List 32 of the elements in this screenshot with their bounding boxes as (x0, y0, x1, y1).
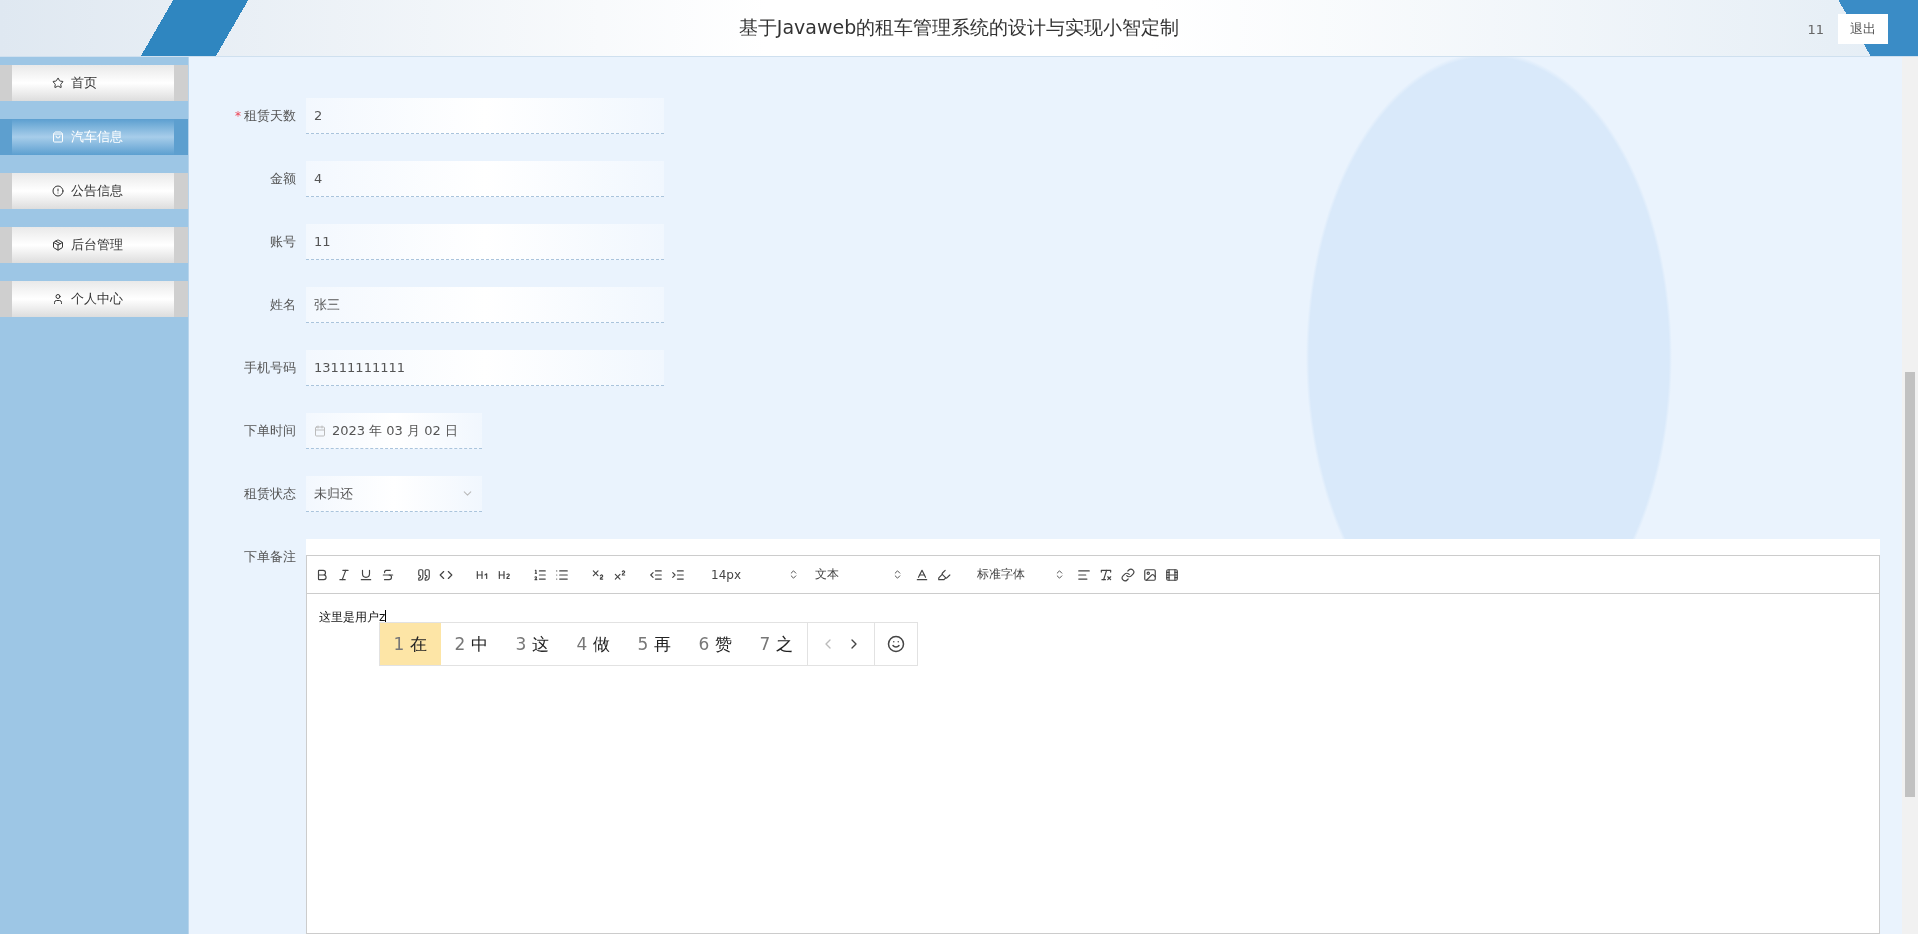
sidebar-item-label: 个人中心 (71, 290, 123, 308)
field-label: 手机号码 (243, 359, 297, 377)
toolbar-picker[interactable]: 标准字体 (973, 566, 1069, 583)
sidebar-item-label: 首页 (71, 74, 97, 92)
sidebar-item-label: 公告信息 (71, 182, 123, 200)
input-field[interactable]: 2 (306, 98, 664, 134)
field-label: 账号 (269, 233, 297, 251)
sidebar-item[interactable]: 个人中心 (0, 281, 188, 317)
input-field[interactable]: 11 (306, 224, 664, 260)
sidebar-item-label: 后台管理 (71, 236, 123, 254)
sidebar-item-label: 汽车信息 (71, 128, 123, 146)
ime-candidate[interactable]: 1 在 (380, 623, 441, 665)
user-name: 11 (1807, 21, 1824, 37)
select-field[interactable]: 未归还 (306, 476, 482, 512)
sidebar-item[interactable]: 后台管理 (0, 227, 188, 263)
input-field[interactable]: 4 (306, 161, 664, 197)
input-field[interactable]: 13111111111 (306, 350, 664, 386)
sidebar-item[interactable]: 首页 (0, 65, 188, 101)
date-field[interactable]: 2023 年 03 月 02 日 (306, 413, 482, 449)
field-label: * 租赁天数 (234, 107, 297, 125)
logout-button[interactable]: 退出 (1838, 14, 1888, 44)
toolbar-picker[interactable]: 14px (707, 567, 803, 582)
rich-text-editor[interactable]: 14px 文本 标准字体 这里是用户z 1 在 2 中 3 这 4 做 5 再 6 赞 7 之 (306, 539, 1880, 934)
field-label: 金额 (269, 170, 297, 188)
field-label: 下单时间 (243, 422, 297, 440)
sidebar-item[interactable]: 公告信息 (0, 173, 188, 209)
input-field[interactable]: 张三 (306, 287, 664, 323)
field-label: 租赁状态 (243, 485, 297, 503)
page-title: 基于Javaweb的租车管理系统的设计与实现小智定制 (738, 15, 1180, 40)
toolbar-picker[interactable]: 文本 (811, 566, 907, 583)
field-label: 下单备注 (243, 548, 297, 566)
field-label: 姓名 (269, 296, 297, 314)
